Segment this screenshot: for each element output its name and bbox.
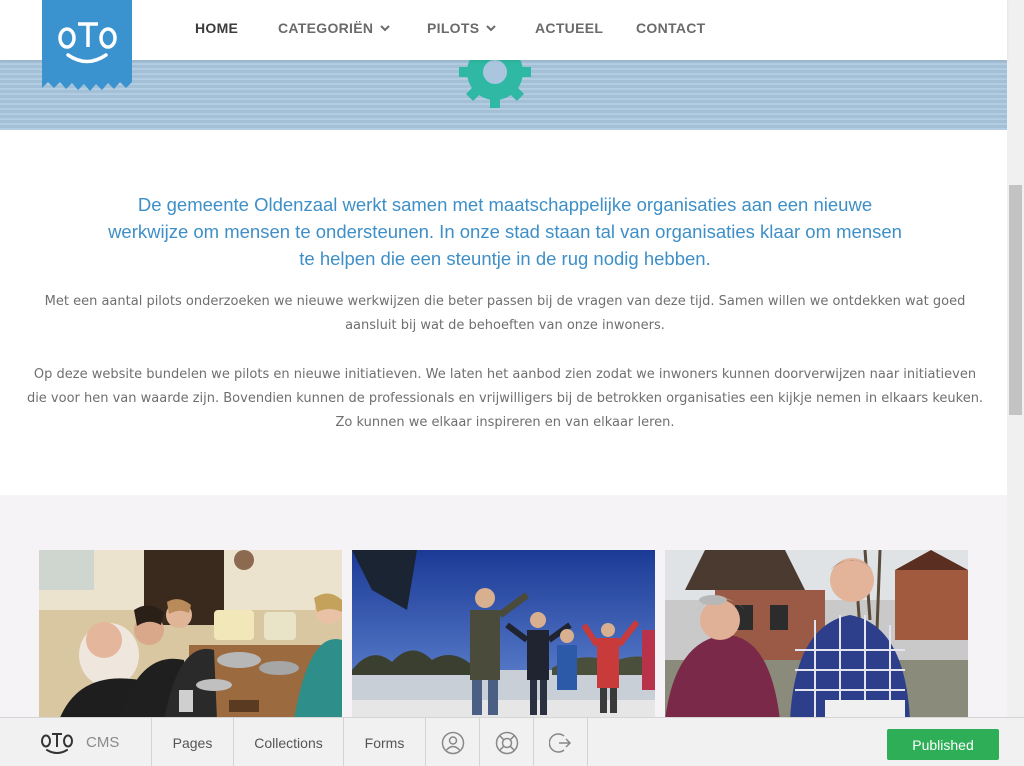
- nav-categorien[interactable]: CATEGORIËN: [278, 20, 391, 36]
- header-banner: [0, 60, 1007, 130]
- top-navigation: HOME CATEGORIËN PILOTS ACTUEEL CONTACT: [0, 0, 1007, 60]
- nav-categorien-label: CATEGORIËN: [278, 20, 374, 36]
- site-logo[interactable]: [42, 0, 132, 96]
- help-lifebuoy-icon: [495, 731, 518, 754]
- nav-pilots[interactable]: PILOTS: [427, 20, 497, 36]
- cms-tab-collections-label: Collections: [254, 734, 323, 751]
- nav-home[interactable]: HOME: [195, 20, 238, 36]
- user-icon: [441, 731, 464, 754]
- cms-brand[interactable]: CMS: [0, 718, 152, 766]
- cms-help-button[interactable]: [480, 718, 534, 766]
- gallery-photo[interactable]: [352, 550, 655, 720]
- oto-logo-icon: [41, 732, 73, 754]
- nav-contact[interactable]: CONTACT: [636, 20, 706, 36]
- gear-icon: [459, 60, 531, 108]
- cms-toolbar: CMS Pages Collections Forms Published: [0, 717, 1024, 766]
- scrollbar-thumb[interactable]: [1009, 185, 1022, 415]
- photo-gallery: [0, 495, 1007, 725]
- photo-cooking-group-icon: [39, 550, 342, 720]
- logout-icon: [548, 732, 571, 753]
- cms-tab-pages[interactable]: Pages: [152, 718, 234, 766]
- gallery-photo[interactable]: [665, 550, 968, 720]
- cms-logout-button[interactable]: [534, 718, 588, 766]
- cms-tab-pages-label: Pages: [172, 734, 213, 751]
- intro-paragraph: Met een aantal pilots onderzoeken we nie…: [44, 294, 966, 333]
- intro-paragraph: Op deze website bundelen we pilots en ni…: [26, 367, 984, 430]
- photo-farm-workers-icon: [665, 550, 968, 720]
- chevron-down-icon: [380, 25, 391, 32]
- nav-actueel[interactable]: ACTUEEL: [535, 20, 603, 36]
- photo-outdoor-exercise-icon: [352, 550, 655, 720]
- intro-lead: De gemeente Oldenzaal werkt samen met ma…: [108, 194, 902, 269]
- cms-tab-forms[interactable]: Forms: [344, 718, 426, 766]
- nav-pilots-label: PILOTS: [427, 20, 480, 36]
- cms-tab-forms-label: Forms: [364, 734, 405, 751]
- cms-label: CMS: [86, 734, 120, 751]
- nav-contact-label: CONTACT: [636, 20, 706, 36]
- nav-home-label: HOME: [195, 20, 239, 36]
- oto-smile-logo-icon: [42, 0, 132, 91]
- nav-actueel-label: ACTUEEL: [535, 20, 604, 36]
- vertical-scrollbar[interactable]: [1007, 0, 1024, 766]
- chevron-down-icon: [486, 25, 497, 32]
- publish-button[interactable]: Published: [887, 729, 999, 760]
- cms-tab-collections[interactable]: Collections: [234, 718, 344, 766]
- publish-button-label: Published: [912, 736, 974, 753]
- gallery-photo[interactable]: [39, 550, 342, 720]
- cms-account-button[interactable]: [426, 718, 480, 766]
